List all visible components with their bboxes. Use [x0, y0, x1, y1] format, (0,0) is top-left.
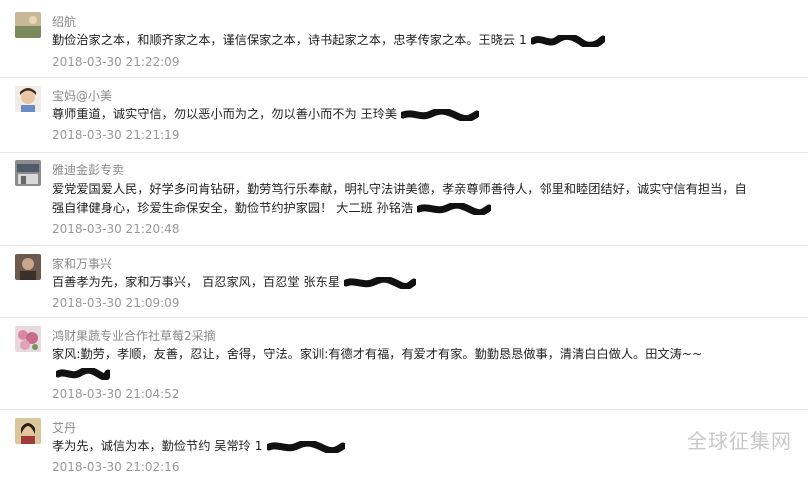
comment-item: 宝妈@小美 尊师重道，诚实守信，勿以恶小而为之，勿以善小而不为 王玲美 2018…	[0, 78, 808, 153]
user-avatar[interactable]	[15, 160, 41, 186]
redaction-scribble	[417, 202, 492, 215]
username[interactable]: 家和万事兴	[52, 255, 112, 272]
comment-body: 勤俭治家之本，和顺齐家之本，谨信保家之本，诗书起家之本，忠孝传家之本。王晓云 1	[52, 33, 527, 47]
comment-timestamp: 2018-03-30 21:21:19	[52, 128, 180, 142]
username[interactable]: 宝妈@小美	[52, 87, 112, 104]
comment-text: 家风:勤劳，孝顺，友善，忍让，舍得，守法。家训:有德才有福，有爱才有家。勤勤恳恳…	[52, 345, 748, 383]
comment-text: 勤俭治家之本，和顺齐家之本，谨信保家之本，诗书起家之本，忠孝传家之本。王晓云 1	[52, 31, 748, 50]
comment-text: 孝为先，诚信为本，勤俭节约 吴常玲 1	[52, 437, 748, 456]
username[interactable]: 绍航	[52, 13, 76, 30]
user-avatar[interactable]	[15, 418, 41, 444]
comment-timestamp: 2018-03-30 21:02:16	[52, 460, 180, 474]
redaction-scribble	[401, 108, 480, 121]
comment-text: 百善孝为先，家和万事兴， 百忍家风，百忍堂 张东星	[52, 273, 748, 292]
comment-timestamp: 2018-03-30 21:22:09	[52, 55, 180, 69]
comment-item: 家和万事兴 百善孝为先，家和万事兴， 百忍家风，百忍堂 张东星 2018-03-…	[0, 246, 808, 318]
redaction-scribble	[56, 367, 110, 380]
username[interactable]: 雅迪金彭专卖	[52, 161, 124, 178]
username[interactable]: 艾丹	[52, 419, 76, 436]
user-avatar[interactable]	[15, 254, 41, 280]
user-avatar[interactable]	[15, 86, 41, 112]
comment-body: 家风:勤劳，孝顺，友善，忍让，舍得，守法。家训:有德才有福，有爱才有家。勤勤恳恳…	[52, 347, 703, 361]
comment-item: 绍航 勤俭治家之本，和顺齐家之本，谨信保家之本，诗书起家之本，忠孝传家之本。王晓…	[0, 0, 808, 78]
user-avatar[interactable]	[15, 12, 41, 38]
user-avatar[interactable]	[15, 326, 41, 352]
comment-body: 孝为先，诚信为本，勤俭节约 吴常玲 1	[52, 439, 263, 453]
comment-item: 鸿财果蔬专业合作社草莓2采摘 家风:勤劳，孝顺，友善，忍让，舍得，守法。家训:有…	[0, 318, 808, 410]
redaction-scribble	[344, 276, 417, 289]
site-watermark: 全球征集网	[687, 429, 792, 453]
redaction-scribble	[266, 440, 345, 453]
comment-body: 尊师重道，诚实守信，勿以恶小而为之，勿以善小而不为 王玲美	[52, 107, 398, 121]
comment-text: 尊师重道，诚实守信，勿以恶小而为之，勿以善小而不为 王玲美	[52, 105, 748, 124]
comment-timestamp: 2018-03-30 21:20:48	[52, 222, 180, 236]
comment-timestamp: 2018-03-30 21:04:52	[52, 387, 180, 401]
comment-timestamp: 2018-03-30 21:09:09	[52, 296, 180, 310]
username[interactable]: 鸿财果蔬专业合作社草莓2采摘	[52, 327, 216, 344]
comment-item: 雅迪金彭专卖 爱党爱国爱人民，好学多问肯钻研，勤劳笃行乐奉献，明礼守法讲美德，孝…	[0, 153, 808, 246]
comment-list: 绍航 勤俭治家之本，和顺齐家之本，谨信保家之本，诗书起家之本，忠孝传家之本。王晓…	[0, 0, 808, 482]
comment-body: 爱党爱国爱人民，好学多问肯钻研，勤劳笃行乐奉献，明礼守法讲美德，孝亲尊师善待人，…	[52, 182, 747, 215]
redaction-scribble	[530, 34, 605, 47]
comment-text: 爱党爱国爱人民，好学多问肯钻研，勤劳笃行乐奉献，明礼守法讲美德，孝亲尊师善待人，…	[52, 180, 748, 218]
comment-body: 百善孝为先，家和万事兴， 百忍家风，百忍堂 张东星	[52, 275, 341, 289]
